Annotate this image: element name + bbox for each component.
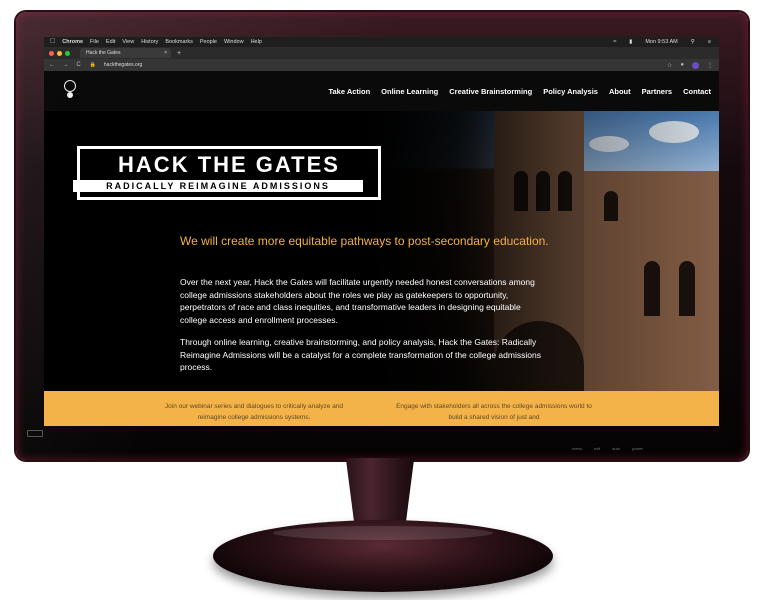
menu-edit[interactable]: Edit — [106, 37, 115, 47]
profile-avatar[interactable] — [692, 61, 699, 69]
hero-paragraph-1: Over the next year, Hack the Gates will … — [180, 277, 535, 325]
base-shine — [273, 526, 493, 540]
close-window-button[interactable] — [49, 50, 54, 56]
bulb-base — [67, 92, 73, 98]
menu-help[interactable]: Help — [251, 37, 262, 47]
monitor-stand-base — [213, 520, 553, 592]
new-tab-button[interactable]: + — [177, 50, 181, 57]
monitor-exit-button[interactable]: exit — [594, 446, 600, 451]
extension-icon[interactable]: ● — [680, 62, 684, 68]
main-nav: Take Action Online Learning Creative Bra… — [328, 87, 711, 96]
nav-creative-brainstorming[interactable]: Creative Brainstorming — [449, 87, 532, 96]
site-header: Take Action Online Learning Creative Bra… — [44, 71, 719, 111]
search-icon[interactable]: ⚲ — [691, 37, 695, 47]
mac-menubar:  Chrome File Edit View History Bookmark… — [44, 37, 719, 47]
menu-file[interactable]: File — [90, 37, 99, 47]
hero-tagline: We will create more equitable pathways t… — [180, 234, 549, 248]
lightbulb-logo-icon[interactable] — [64, 80, 76, 102]
menubar-clock[interactable]: Mon 9:53 AM — [645, 37, 677, 47]
monitor-brand-mark — [27, 430, 43, 437]
hack-the-gates-logo: HACK THE GATES RADICALLY REIMAGINE ADMIS… — [73, 146, 387, 206]
bookmark-star-icon[interactable]: ☆ — [667, 62, 672, 69]
tab-title: Hack the Gates — [86, 50, 121, 56]
menu-chrome[interactable]: Chrome — [62, 37, 83, 47]
feature-webinar-text: Join our webinar series and dialogues to… — [164, 403, 344, 421]
monitor-stand-neck — [345, 458, 415, 528]
nav-take-action[interactable]: Take Action — [328, 87, 370, 96]
tab-close-icon[interactable]: × — [164, 48, 167, 58]
monitor-controls: menu exit auto power — [572, 446, 643, 451]
logo-subtitle: RADICALLY REIMAGINE ADMISSIONS — [73, 180, 363, 192]
hero-paragraph-2: Through online learning, creative brains… — [180, 337, 541, 372]
monitor-menu-button[interactable]: menu — [572, 446, 582, 451]
maximize-window-button[interactable] — [65, 50, 70, 56]
battery-icon[interactable]: ▮ — [629, 37, 632, 47]
features-strip: Join our webinar series and dialogues to… — [44, 391, 719, 426]
feature-stakeholders-text: Engage with stakeholders all across the … — [396, 403, 592, 421]
menubar-status: ≈ ▮ Mon 9:53 AM ⚲ ≡ — [606, 37, 711, 47]
menu-history[interactable]: History — [141, 37, 158, 47]
logo-title: HACK THE GATES — [118, 152, 340, 177]
url-field[interactable]: hackthegates.org — [104, 62, 142, 68]
browser-tab[interactable]: Hack the Gates × — [80, 48, 171, 58]
browser-addressbar: ← → C 🔒 hackthegates.org ☆ ● ⋮ — [44, 59, 719, 71]
menu-view[interactable]: View — [122, 37, 134, 47]
nav-policy-analysis[interactable]: Policy Analysis — [543, 87, 598, 96]
nav-partners[interactable]: Partners — [642, 87, 672, 96]
menu-bookmarks[interactable]: Bookmarks — [165, 37, 193, 47]
nav-online-learning[interactable]: Online Learning — [381, 87, 438, 96]
nav-contact[interactable]: Contact — [683, 87, 711, 96]
browser-tabbar: Hack the Gates × + — [44, 47, 719, 59]
wifi-icon[interactable]: ≈ — [613, 37, 616, 47]
monitor-screen:  Chrome File Edit View History Bookmark… — [44, 37, 719, 426]
more-menu-icon[interactable]: ⋮ — [707, 62, 713, 69]
menu-people[interactable]: People — [200, 37, 217, 47]
monitor-auto-button[interactable]: auto — [612, 446, 620, 451]
menu-list-icon[interactable]: ≡ — [708, 37, 711, 47]
menu-window[interactable]: Window — [224, 37, 244, 47]
minimize-window-button[interactable] — [57, 50, 62, 56]
apple-icon[interactable]:  — [50, 37, 55, 47]
lock-icon: 🔒 — [89, 62, 96, 68]
hero-section: HACK THE GATES RADICALLY REIMAGINE ADMIS… — [44, 111, 719, 391]
bulb-shape — [64, 80, 76, 92]
nav-about[interactable]: About — [609, 87, 631, 96]
browser-extensions: ☆ ● ⋮ — [667, 61, 713, 69]
window-controls — [49, 50, 70, 56]
monitor-power-button[interactable]: power — [632, 446, 643, 451]
nav-buttons[interactable]: ← → C — [49, 62, 84, 68]
